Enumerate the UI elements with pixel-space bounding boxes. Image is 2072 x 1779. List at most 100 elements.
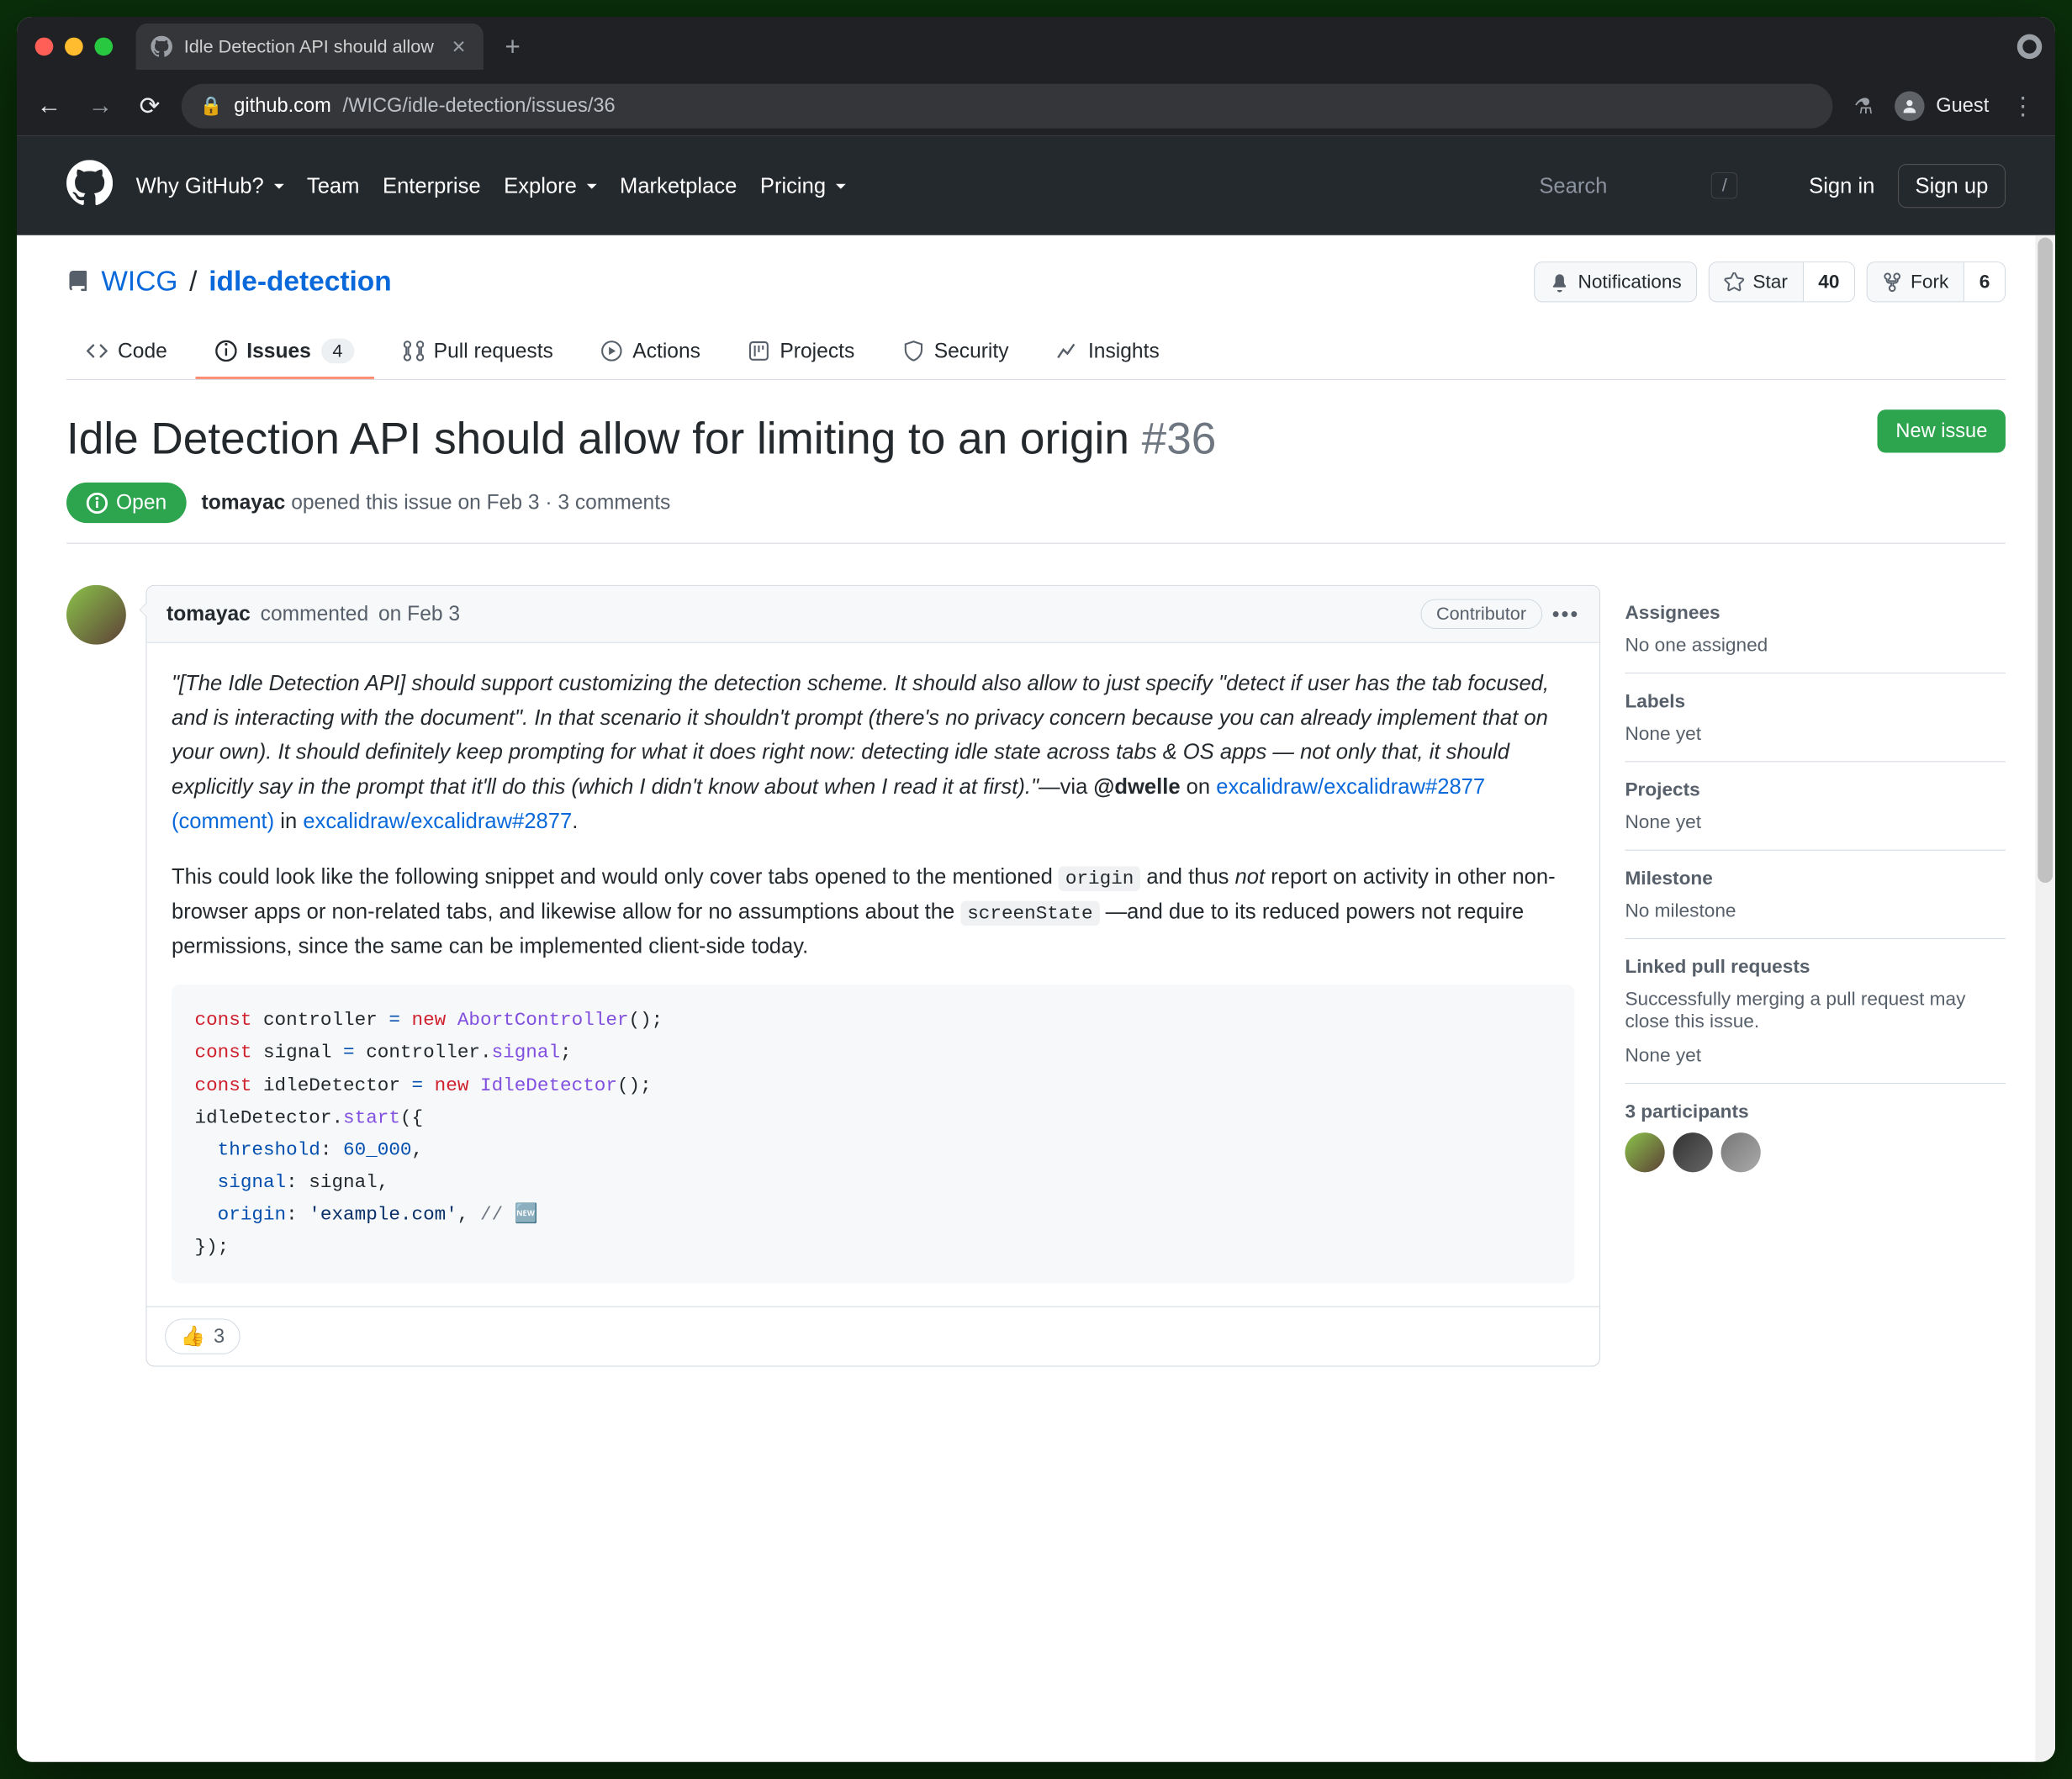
window-frame: Idle Detection API should allow × + ← → …: [17, 17, 2055, 1762]
issue-title: Idle Detection API should allow for limi…: [66, 409, 1861, 467]
comment-author[interactable]: tomayac: [166, 602, 251, 626]
url-host: github.com: [234, 94, 331, 118]
notifications-button[interactable]: Notifications: [1534, 261, 1697, 302]
nav-enterprise[interactable]: Enterprise: [383, 172, 481, 198]
sidebar-milestone[interactable]: Milestone No milestone: [1625, 851, 2006, 939]
nav-explore[interactable]: Explore: [504, 172, 596, 198]
repo-name-link[interactable]: idle-detection: [209, 266, 391, 298]
star-button[interactable]: Star 40: [1709, 261, 1855, 302]
issue-author[interactable]: tomayac: [202, 491, 286, 515]
reaction-count: 3: [214, 1325, 225, 1349]
fork-icon: [1883, 272, 1903, 292]
tab-close-icon[interactable]: ×: [452, 34, 466, 60]
comment-reactions: 👍 3: [146, 1307, 1599, 1366]
issue-open-icon: [87, 492, 108, 514]
profile-label: Guest: [1936, 94, 1989, 118]
comment-header: tomayac commented on Feb 3 Contributor •…: [146, 586, 1599, 643]
repo-owner-link[interactable]: WICG: [101, 266, 177, 298]
tab-actions[interactable]: Actions: [581, 325, 720, 379]
back-button[interactable]: ←: [32, 89, 66, 124]
project-icon: [748, 340, 770, 362]
sign-in-link[interactable]: Sign in: [1809, 172, 1874, 198]
github-logo-icon[interactable]: [66, 160, 113, 212]
tab-security[interactable]: Security: [883, 325, 1028, 379]
page-content: WICG / idle-detection Notifications Star…: [17, 235, 2055, 1762]
address-bar[interactable]: 🔒 github.com/WICG/idle-detection/issues/…: [182, 84, 1832, 129]
participant-avatar-1[interactable]: [1625, 1132, 1664, 1172]
sidebar-linked-prs[interactable]: Linked pull requests Successfully mergin…: [1625, 939, 2006, 1084]
graph-icon: [1057, 340, 1079, 362]
nav-team[interactable]: Team: [307, 172, 360, 198]
slash-key-hint: /: [1711, 172, 1738, 198]
reload-button[interactable]: ⟳: [135, 88, 166, 124]
tab-title: Idle Detection API should allow: [184, 36, 434, 58]
issue-number: #36: [1142, 414, 1217, 463]
scrollbar-thumb[interactable]: [2038, 238, 2053, 883]
labs-icon[interactable]: ⚗: [1849, 90, 1879, 122]
new-tab-button[interactable]: +: [495, 31, 531, 61]
nav-pricing[interactable]: Pricing: [760, 172, 846, 198]
comment-time[interactable]: on Feb 3: [378, 602, 460, 626]
thumbs-up-reaction[interactable]: 👍 3: [165, 1319, 240, 1354]
thumbs-up-icon: 👍: [181, 1324, 205, 1349]
tab-code[interactable]: Code: [66, 325, 187, 379]
tab-strip: Idle Detection API should allow × +: [17, 17, 2055, 77]
close-window-button[interactable]: [35, 38, 54, 56]
sign-up-button[interactable]: Sign up: [1898, 164, 2006, 208]
fork-count[interactable]: 6: [1964, 262, 2005, 301]
user-mention[interactable]: @dwelle: [1093, 773, 1180, 799]
forward-button[interactable]: →: [83, 89, 118, 124]
comment-menu-button[interactable]: •••: [1552, 601, 1580, 626]
url-path: /WICG/idle-detection/issues/36: [343, 94, 616, 118]
comment-link-2[interactable]: excalidraw/excalidraw#2877: [303, 808, 572, 833]
window-controls: [35, 38, 113, 56]
lock-icon: 🔒: [200, 95, 223, 117]
code-icon: [87, 340, 108, 362]
tab-projects[interactable]: Projects: [728, 325, 874, 379]
profile-avatar-icon: [1895, 92, 1924, 121]
nav-marketplace[interactable]: Marketplace: [620, 172, 737, 198]
minimize-window-button[interactable]: [65, 38, 83, 56]
scrollbar[interactable]: [2035, 235, 2055, 1762]
issue-icon: [215, 340, 237, 362]
issue-sidebar: Assignees No one assigned Labels None ye…: [1625, 585, 2006, 1367]
tab-issues[interactable]: Issues4: [195, 325, 374, 379]
inline-code-origin: origin: [1059, 866, 1140, 891]
issue-meta: Open tomayac opened this issue on Feb 3 …: [66, 483, 1861, 523]
bell-icon: [1550, 272, 1570, 292]
new-issue-button[interactable]: New issue: [1878, 409, 2006, 452]
github-header: Why GitHub? Team Enterprise Explore Mark…: [17, 136, 2055, 235]
path-separator: /: [189, 266, 197, 298]
code-block: const controller = new AbortController()…: [172, 985, 1574, 1283]
github-favicon-icon: [151, 36, 172, 58]
profile-chip[interactable]: Guest: [1895, 92, 1989, 121]
incognito-icon: [2017, 34, 2043, 60]
sidebar-participants: 3 participants: [1625, 1084, 2006, 1189]
repo-icon: [66, 271, 90, 294]
repo-heading: WICG / idle-detection Notifications Star…: [66, 261, 2006, 302]
tab-insightsuige[interactable]: Insights: [1037, 325, 1179, 379]
shield-icon: [902, 340, 924, 362]
issue-header: Idle Detection API should allow for limi…: [66, 380, 2006, 544]
maximize-window-button[interactable]: [94, 38, 113, 56]
sidebar-assignees[interactable]: Assignees No one assigned: [1625, 585, 2006, 673]
fork-button[interactable]: Fork 6: [1867, 261, 2006, 302]
browser-tab[interactable]: Idle Detection API should allow ×: [136, 24, 484, 70]
sidebar-projects[interactable]: Projects None yet: [1625, 763, 2006, 851]
play-icon: [601, 340, 623, 362]
repo-tabs: Code Issues4 Pull requests Actions Proje…: [66, 325, 2006, 380]
header-search-input[interactable]: [1539, 172, 1688, 198]
issues-count: 4: [321, 339, 355, 364]
comment-box: tomayac commented on Feb 3 Contributor •…: [145, 585, 1599, 1367]
timeline: tomayac commented on Feb 3 Contributor •…: [66, 585, 1600, 1367]
issue-state-badge: Open: [66, 483, 187, 523]
star-count[interactable]: 40: [1803, 262, 1855, 301]
nav-why-github[interactable]: Why GitHub?: [136, 172, 284, 198]
comment-avatar[interactable]: [66, 585, 126, 645]
participant-avatar-2[interactable]: [1673, 1132, 1713, 1172]
author-badge: Contributor: [1420, 599, 1541, 629]
tab-pull-requests[interactable]: Pull requests: [383, 325, 574, 379]
participant-avatar-3[interactable]: [1721, 1132, 1761, 1172]
browser-menu-button[interactable]: ⋮: [2006, 92, 2040, 120]
sidebar-labels[interactable]: Labels None yet: [1625, 673, 2006, 762]
